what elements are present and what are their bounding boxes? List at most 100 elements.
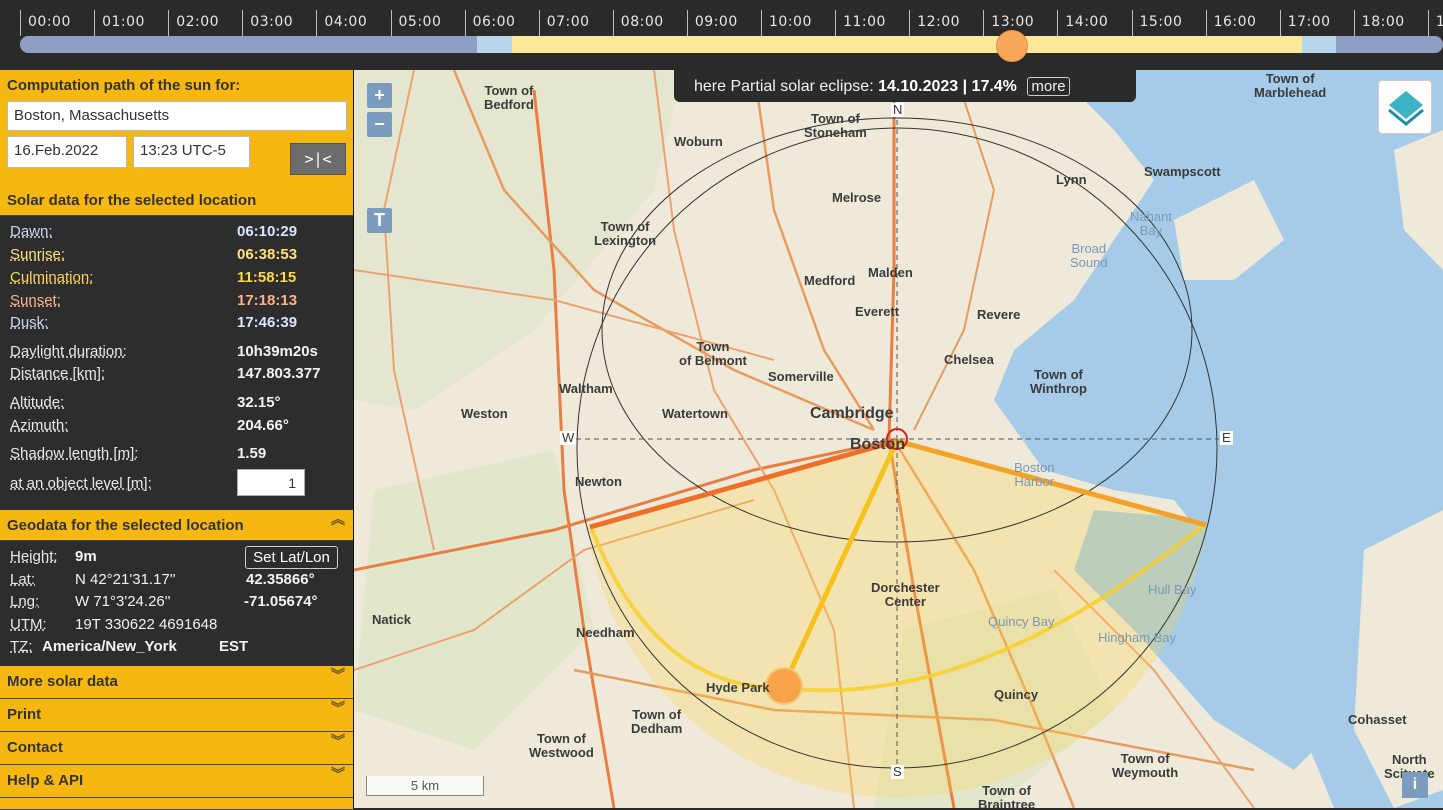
hour-label: 14:00 bbox=[1065, 14, 1109, 30]
expand-chevron-icon: ︾ bbox=[331, 766, 345, 782]
place-label: Weston bbox=[461, 406, 508, 421]
current-time-button[interactable]: >|< bbox=[290, 143, 346, 175]
place-label: Hull Bay bbox=[1148, 582, 1197, 597]
menu-label: Help & API bbox=[7, 772, 84, 789]
zoom-in-button[interactable]: + bbox=[367, 83, 392, 108]
sunrise-row: Sunrise: 06:38:53 bbox=[10, 246, 297, 263]
hour-tick bbox=[686, 10, 688, 36]
culmination-label[interactable]: Culmination: bbox=[10, 269, 93, 286]
day-track[interactable] bbox=[20, 36, 1443, 53]
lng-row: Lng: W 71°3'24.26'' -71.05674° bbox=[10, 593, 318, 610]
menu-more-solar-data[interactable]: More solar data ︾ bbox=[0, 666, 353, 699]
hour-label: 12:00 bbox=[917, 14, 961, 30]
solar-data-header[interactable]: Solar data for the selected location bbox=[0, 185, 353, 216]
land-patch bbox=[354, 450, 594, 750]
sunset-row: Sunset: 17:18:13 bbox=[10, 292, 297, 309]
menu-print[interactable]: Print ︾ bbox=[0, 699, 353, 732]
hour-tick bbox=[1353, 10, 1355, 36]
twilight-segment-morning bbox=[477, 36, 512, 53]
altitude-label[interactable]: Altitude: bbox=[10, 394, 64, 411]
hour-tick bbox=[316, 10, 318, 36]
date-input[interactable]: 16.Feb.2022 bbox=[7, 136, 127, 168]
hour-tick bbox=[464, 10, 466, 36]
time-slider[interactable]: 00:00 01:00 02:00 03:00 04:00 05:00 06:00 07:00… bbox=[0, 0, 1443, 70]
map-view[interactable]: N S E W Town of Bedford Town of Stoneham W… bbox=[354, 70, 1443, 808]
place-label: Town of Braintree bbox=[978, 783, 1036, 809]
hour-label: 04:00 bbox=[324, 14, 368, 30]
eclipse-value: 14.10.2023 | 17.4% bbox=[878, 78, 1017, 95]
expand-chevron-icon: ︾ bbox=[331, 700, 345, 716]
geodata-header[interactable]: Geodata for the selected location ︽ bbox=[0, 510, 353, 541]
object-level-label[interactable]: at an object level [m]: bbox=[10, 475, 152, 492]
utm-row: UTM: 19T 330622 4691648 bbox=[10, 616, 217, 633]
terrain-toggle-button[interactable]: T bbox=[367, 208, 392, 233]
lng-label[interactable]: Lng: bbox=[10, 593, 39, 610]
hour-tick bbox=[761, 10, 762, 36]
altitude-value: 32.15° bbox=[237, 394, 281, 411]
dusk-label[interactable]: Dusk: bbox=[10, 314, 48, 331]
utm-value: 19T 330622 4691648 bbox=[75, 616, 218, 633]
dawn-label[interactable]: Dawn: bbox=[10, 223, 53, 240]
hour-label: 07:00 bbox=[546, 14, 590, 30]
hour-tick bbox=[1131, 10, 1133, 36]
utm-label[interactable]: UTM: bbox=[10, 616, 47, 633]
place-label: Cambridge bbox=[810, 405, 894, 422]
hour-tick bbox=[983, 10, 985, 36]
sunrise-label[interactable]: Sunrise: bbox=[10, 246, 65, 263]
place-label: Revere bbox=[977, 307, 1021, 322]
object-level-input[interactable]: 1 bbox=[237, 469, 305, 496]
lat-label[interactable]: Lat: bbox=[10, 571, 35, 588]
place-label: Town of Dedham bbox=[631, 707, 683, 736]
place-label: Quincy Bay bbox=[988, 614, 1055, 629]
info-button[interactable]: i bbox=[1402, 772, 1428, 798]
layers-button[interactable] bbox=[1378, 80, 1432, 134]
altitude-row: Altitude: 32.15° bbox=[10, 394, 281, 411]
sunset-label[interactable]: Sunset: bbox=[10, 292, 61, 309]
hour-tick bbox=[242, 10, 244, 36]
place-label: Quincy bbox=[994, 687, 1039, 702]
highway bbox=[913, 70, 996, 431]
night-segment-morning bbox=[20, 36, 477, 53]
hour-label: 10:00 bbox=[769, 14, 812, 30]
eclipse-prefix: here Partial solar eclipse: bbox=[694, 78, 874, 95]
shadow-label[interactable]: Shadow length [m]: bbox=[10, 445, 138, 462]
place-label: Town of Westwood bbox=[529, 731, 594, 760]
tz-value: America/New_York bbox=[42, 638, 177, 655]
hour-tick bbox=[1279, 10, 1281, 36]
lat-decimal: 42.35866° bbox=[246, 571, 315, 588]
tz-label[interactable]: TZ: bbox=[10, 638, 33, 655]
place-label: Lynn bbox=[1056, 172, 1087, 187]
zoom-out-button[interactable]: − bbox=[367, 112, 392, 137]
compass-east: E bbox=[1220, 430, 1233, 445]
dawn-row: Dawn: 06:10:29 bbox=[10, 223, 297, 240]
compass-west: W bbox=[560, 430, 577, 445]
location-input[interactable]: Boston, Massachusetts bbox=[7, 101, 347, 131]
menu-next[interactable] bbox=[0, 798, 353, 810]
shadow-row: Shadow length [m]: 1.59 bbox=[10, 445, 266, 462]
compass-north: N bbox=[891, 102, 905, 117]
sunrise-value: 06:38:53 bbox=[237, 246, 298, 263]
height-label[interactable]: Height: bbox=[10, 548, 58, 565]
collapse-chevron-icon[interactable]: ︽ bbox=[331, 512, 345, 526]
height-row: Height: 9m bbox=[10, 548, 97, 565]
time-input[interactable]: 13:23 UTC-5 bbox=[133, 136, 250, 168]
distance-label[interactable]: Distance [km]: bbox=[10, 365, 105, 382]
eclipse-more-button[interactable]: more bbox=[1027, 77, 1070, 96]
hour-label: 03:00 bbox=[250, 14, 294, 30]
daylight-value: 10h39m20s bbox=[237, 343, 318, 360]
azimuth-label[interactable]: Azimuth: bbox=[10, 417, 68, 434]
place-label: Hyde Park bbox=[706, 680, 770, 695]
place-label: Boston bbox=[850, 436, 906, 453]
daylight-label[interactable]: Daylight duration: bbox=[10, 343, 127, 360]
lat-dms: N 42°21'31.17'' bbox=[75, 571, 176, 588]
sun-position-marker[interactable] bbox=[765, 667, 803, 705]
menu-contact[interactable]: Contact ︾ bbox=[0, 732, 353, 765]
hour-tick bbox=[1205, 10, 1207, 36]
sun-time-handle[interactable] bbox=[996, 30, 1028, 62]
hour-tick bbox=[1427, 10, 1429, 36]
dusk-value: 17:46:39 bbox=[237, 314, 298, 331]
lng-decimal: -71.05674° bbox=[244, 593, 318, 610]
set-latlon-button[interactable]: Set Lat/Lon bbox=[245, 546, 338, 569]
menu-help-api[interactable]: Help & API ︾ bbox=[0, 765, 353, 798]
culmination-value: 11:58:15 bbox=[237, 269, 297, 286]
